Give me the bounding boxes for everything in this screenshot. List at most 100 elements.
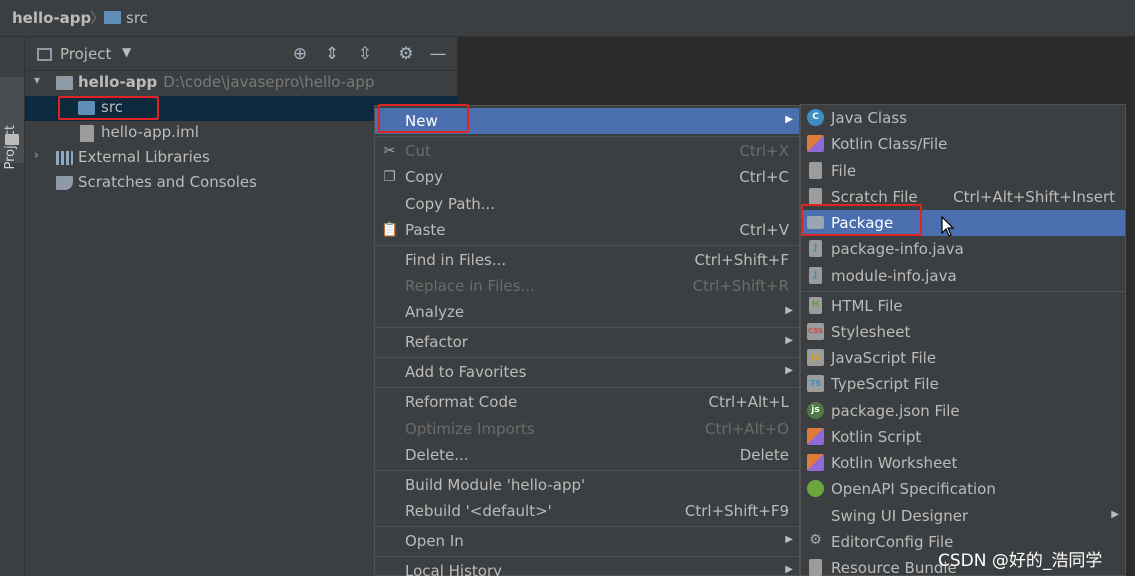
submenu-arrow-icon: ▶ [1111, 509, 1119, 520]
submenu-item-package-json[interactable]: js package.json File [801, 398, 1125, 424]
folder-icon [104, 11, 121, 24]
submenu-arrow-icon: ▶ [785, 534, 793, 545]
submenu-item-package-info[interactable]: J package-info.java [801, 236, 1125, 262]
menu-item-copy-path[interactable]: Copy Path... [375, 191, 799, 217]
openapi-icon [807, 480, 824, 497]
menu-item-build-module[interactable]: Build Module 'hello-app' [375, 472, 799, 498]
submenu-arrow-icon: ▶ [785, 564, 793, 575]
left-tool-strip: Project [0, 37, 25, 576]
nav-separator: 〉 [90, 9, 106, 27]
locate-icon[interactable]: ⊕ [289, 43, 311, 65]
file-icon [809, 162, 822, 179]
submenu-item-typescript-file[interactable]: TS TypeScript File [801, 371, 1125, 397]
library-icon [56, 151, 73, 165]
css-file-icon: CSS [807, 323, 824, 340]
tree-root-name: hello-app [78, 73, 158, 91]
submenu-item-swing-ui-designer[interactable]: Swing UI Designer ▶ [801, 503, 1125, 529]
menu-item-refactor[interactable]: Refactor ▶ [375, 329, 799, 355]
context-menu: New ▶ ✂ Cut Ctrl+X ❐ Copy Ctrl+C Copy Pa… [374, 105, 800, 576]
java-file-icon: J [809, 267, 822, 284]
scratch-file-icon [809, 188, 822, 205]
expand-all-icon[interactable]: ⇕ [321, 43, 343, 65]
watermark: CSDN @好的_浩同学 [938, 551, 1103, 571]
iml-file-icon [80, 125, 94, 142]
view-dropdown-icon[interactable]: ▼ [122, 45, 131, 59]
submenu-arrow-icon: ▶ [785, 114, 793, 125]
navigation-bar: hello-app 〉 src [0, 0, 1135, 37]
submenu-item-kotlin-class[interactable]: Kotlin Class/File [801, 131, 1125, 157]
chevron-down-icon[interactable]: ▾ [34, 73, 40, 87]
nav-src-crumb[interactable]: src [126, 9, 148, 27]
project-tool-tab[interactable]: Project [0, 77, 24, 169]
submenu-arrow-icon: ▶ [785, 335, 793, 346]
kotlin-icon [807, 454, 824, 471]
project-view-icon [37, 48, 52, 61]
menu-item-cut[interactable]: ✂ Cut Ctrl+X [375, 138, 799, 164]
submenu-item-html-file[interactable]: H HTML File [801, 293, 1125, 319]
submenu-item-stylesheet[interactable]: CSS Stylesheet [801, 319, 1125, 345]
menu-item-open-in[interactable]: Open In ▶ [375, 528, 799, 554]
clipboard-icon: 📋 [381, 222, 399, 238]
menu-separator [375, 470, 799, 471]
tree-root-path: D:\code\javasepro\hello-app [163, 73, 375, 91]
tree-row-root[interactable]: ▾ hello-app D:\code\javasepro\hello-app [25, 71, 458, 96]
html-file-icon: H [809, 297, 822, 314]
scissors-icon: ✂ [383, 143, 396, 159]
menu-item-find-in-files[interactable]: Find in Files... Ctrl+Shift+F [375, 247, 799, 273]
menu-separator [375, 357, 799, 358]
submenu-item-java-class[interactable]: C Java Class [801, 105, 1125, 131]
gear-icon: ⚙ [809, 532, 822, 548]
menu-item-replace-in-files[interactable]: Replace in Files... Ctrl+Shift+R [375, 273, 799, 299]
module-folder-icon [56, 76, 73, 90]
nav-project-crumb[interactable]: hello-app [12, 9, 91, 27]
panel-header: Project ▼ ⊕ ⇕ ⇳ ⚙ — [25, 37, 458, 71]
tree-scratches-label: Scratches and Consoles [78, 173, 257, 191]
submenu-item-kotlin-worksheet[interactable]: Kotlin Worksheet [801, 450, 1125, 476]
menu-item-copy[interactable]: ❐ Copy Ctrl+C [375, 164, 799, 190]
new-submenu: C Java Class Kotlin Class/File File Scra… [800, 104, 1126, 576]
nodejs-icon: js [807, 402, 824, 419]
submenu-item-openapi[interactable]: OpenAPI Specification [801, 476, 1125, 502]
menu-item-add-to-favorites[interactable]: Add to Favorites ▶ [375, 359, 799, 385]
panel-title[interactable]: Project [60, 45, 111, 63]
java-class-icon: C [807, 109, 824, 126]
menu-item-local-history[interactable]: Local History ▶ [375, 558, 799, 576]
collapse-all-icon[interactable]: ⇳ [354, 43, 376, 65]
gear-icon[interactable]: ⚙ [395, 43, 417, 65]
tree-iml-label: hello-app.iml [101, 123, 199, 141]
resource-bundle-icon [809, 559, 822, 576]
chevron-right-icon[interactable]: › [34, 148, 39, 162]
submenu-item-javascript-file[interactable]: JS JavaScript File [801, 345, 1125, 371]
highlight-box-new [378, 104, 469, 133]
project-tool-tab-label: Project [3, 125, 18, 170]
folder-icon [5, 134, 19, 145]
ts-file-icon: TS [807, 375, 824, 392]
submenu-item-file[interactable]: File [801, 158, 1125, 184]
java-file-icon: J [809, 240, 822, 257]
menu-item-reformat-code[interactable]: Reformat Code Ctrl+Alt+L [375, 389, 799, 415]
mouse-cursor-icon [941, 216, 955, 237]
menu-separator [375, 136, 799, 137]
highlight-box-package [801, 204, 922, 236]
submenu-item-kotlin-script[interactable]: Kotlin Script [801, 424, 1125, 450]
menu-separator [375, 556, 799, 557]
menu-item-delete[interactable]: Delete... Delete [375, 442, 799, 468]
minimize-icon[interactable]: — [427, 43, 449, 65]
menu-item-analyze[interactable]: Analyze ▶ [375, 299, 799, 325]
menu-item-paste[interactable]: 📋 Paste Ctrl+V [375, 217, 799, 243]
menu-item-rebuild[interactable]: Rebuild '<default>' Ctrl+Shift+F9 [375, 498, 799, 524]
menu-separator [375, 327, 799, 328]
menu-item-optimize-imports[interactable]: Optimize Imports Ctrl+Alt+O [375, 416, 799, 442]
menu-separator [375, 526, 799, 527]
submenu-arrow-icon: ▶ [785, 365, 793, 376]
menu-separator [375, 387, 799, 388]
tree-external-label: External Libraries [78, 148, 210, 166]
highlight-box-src [58, 96, 159, 120]
submenu-arrow-icon: ▶ [785, 305, 793, 316]
menu-separator [375, 245, 799, 246]
scratches-icon [56, 176, 73, 190]
kotlin-icon [807, 135, 824, 152]
submenu-item-module-info[interactable]: J module-info.java [801, 263, 1125, 289]
js-file-icon: JS [807, 349, 824, 366]
menu-separator [801, 291, 1125, 292]
